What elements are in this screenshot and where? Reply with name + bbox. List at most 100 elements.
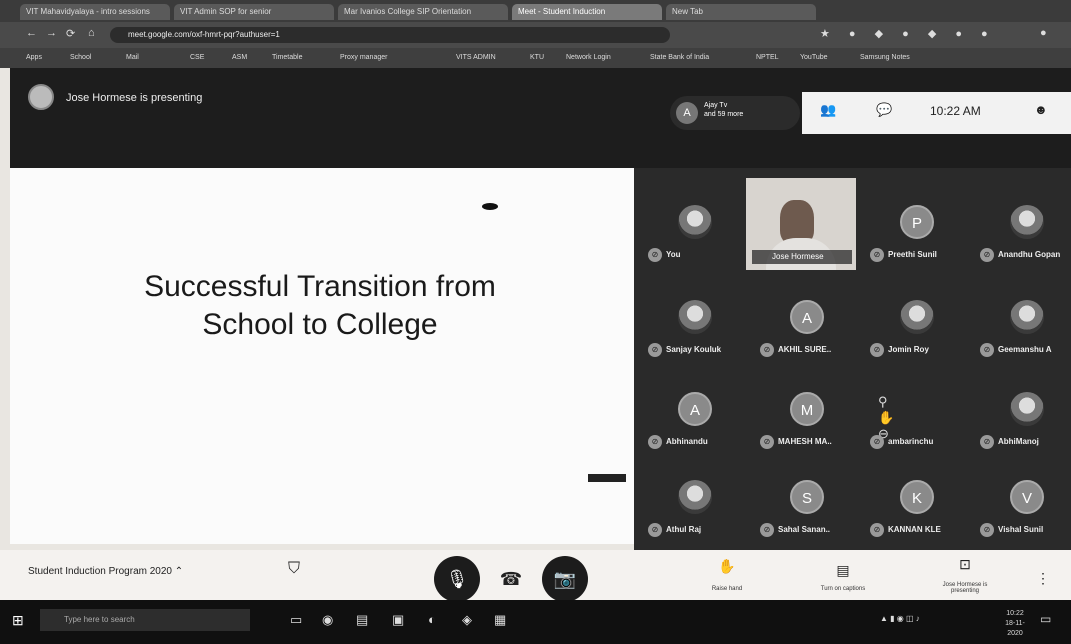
task-view-icon[interactable]: ▭ [290, 612, 302, 628]
mic-muted-icon: ⊘ [980, 248, 994, 262]
bookmark[interactable]: Samsung Notes [860, 52, 910, 64]
slide-title-line: Successful Transition from [144, 270, 496, 303]
forward-icon[interactable]: → [46, 27, 57, 39]
bookmark[interactable]: Mail [126, 52, 139, 64]
mic-muted-icon: ⊘ [870, 523, 884, 537]
back-icon[interactable]: ← [26, 27, 37, 39]
reload-icon[interactable]: ⟳ [66, 27, 75, 40]
bookmark[interactable]: State Bank of India [650, 52, 709, 64]
browser-tab[interactable]: VIT Admin SOP for senior [174, 4, 334, 20]
participant-name: Jomin Roy [888, 345, 929, 354]
participant-name: Vishal Sunil [998, 525, 1044, 534]
home-icon[interactable]: ⌂ [88, 27, 95, 39]
notifications-icon[interactable]: ▭ [1040, 612, 1051, 626]
bookmark[interactable]: Network Login [566, 52, 611, 64]
windows-start-icon[interactable]: ⊞ [12, 612, 24, 629]
participant-avatar: M [790, 392, 824, 426]
profile-icon[interactable]: ● [1040, 27, 1047, 39]
bookmark[interactable]: School [70, 52, 91, 64]
shield-icon[interactable]: ⛉ [288, 560, 306, 580]
participant-name: Abhinandu [666, 437, 708, 446]
participant-avatar [1010, 392, 1044, 426]
participant-name: Preethi Sunil [888, 250, 937, 259]
bookmark[interactable]: ASM [232, 52, 247, 64]
mic-muted-icon: ⊘ [870, 248, 884, 262]
participant-name: You [666, 250, 681, 259]
url-input[interactable]: meet.google.com/oxf-hmrt-pqr?authuser=1 [110, 27, 670, 43]
extension-icons[interactable]: ★ ● ◆ ● ◆ ● ● [820, 27, 996, 40]
browser-tab[interactable]: New Tab [666, 4, 816, 20]
bookmark[interactable]: Apps [26, 52, 42, 64]
store-icon[interactable]: ▣ [392, 612, 404, 628]
system-clock: 10:22 18-11-2020 [1000, 609, 1030, 639]
participant-avatar [678, 205, 712, 239]
participant-avatar: P [900, 205, 934, 239]
bookmark[interactable]: Proxy manager [340, 52, 387, 64]
participant-avatar: S [790, 480, 824, 514]
meeting-name[interactable]: Student Induction Program 2020 ⌃ [28, 566, 183, 577]
participant-avatar: V [1010, 480, 1044, 514]
taskbar-search-input[interactable]: Type here to search [40, 609, 250, 631]
participant-avatar: K [900, 480, 934, 514]
slide-title-line: School to College [202, 308, 438, 341]
slide-footer-logo [588, 474, 626, 482]
mic-muted-icon: ⊘ [648, 435, 662, 449]
end-call-button[interactable]: ☎ [494, 562, 528, 596]
participant-avatar: A [790, 300, 824, 334]
participant-name: Athul Raj [666, 525, 702, 534]
participant-more: and 59 more [704, 111, 744, 118]
people-icon[interactable]: 👥 [820, 102, 836, 118]
present-icon[interactable]: ⊡ [930, 556, 1000, 573]
chevron-up-icon[interactable]: ⌃ [175, 566, 183, 577]
mic-muted-icon: ⊘ [760, 343, 774, 357]
more-options-icon[interactable]: ⋮ [1036, 570, 1050, 587]
bookmark[interactable]: YouTube [800, 52, 828, 64]
app-icon[interactable]: ▦ [494, 612, 506, 628]
participant-name: AbhiManoj [998, 437, 1039, 446]
participant-avatar [678, 300, 712, 334]
raise-hand-label: Raise hand [711, 586, 743, 592]
browser-tab-active[interactable]: Meet - Student Induction [512, 4, 662, 20]
participant-avatar [1010, 205, 1044, 239]
slide-title: Successful Transition from School to Col… [40, 268, 600, 344]
camera-off-button[interactable]: 📷 [542, 556, 588, 602]
system-time: 10:22 [1006, 610, 1024, 617]
participant-avatar [900, 300, 934, 334]
laser-pointer [482, 203, 498, 210]
mic-muted-icon: ⊘ [980, 435, 994, 449]
bookmark[interactable]: KTU [530, 52, 544, 64]
video-tile-name: Jose Hormese [752, 250, 852, 264]
participant-avatar [678, 480, 712, 514]
participant-name: AKHIL SURE.. [778, 345, 832, 354]
captions-label: Turn on captions [820, 586, 866, 592]
participant-first: Ajay Tv [704, 102, 728, 109]
bookmark[interactable]: NPTEL [756, 52, 779, 64]
folder-icon[interactable]: ▤ [356, 612, 368, 628]
bookmark[interactable]: Timetable [272, 52, 302, 64]
presenting-label: Jose Hormese is presenting [942, 582, 988, 594]
app-icon[interactable]: ◈ [462, 612, 472, 628]
presenter-label: Jose Hormese is presenting [66, 92, 203, 104]
participant-name: Sahal Sanan.. [778, 525, 831, 534]
browser-tab[interactable]: Mar Ivanios College SIP Orientation [338, 4, 508, 20]
mic-muted-icon: ⊘ [760, 523, 774, 537]
captions-icon[interactable]: ▤ [808, 562, 878, 579]
bookmark[interactable]: VITS ADMIN [456, 52, 496, 64]
mic-muted-icon: ⊘ [980, 523, 994, 537]
participant-name: Geemanshu A [998, 345, 1052, 354]
chat-icon[interactable]: 💬 [876, 102, 892, 118]
browser-tab[interactable]: VIT Mahavidyalaya - intro sessions [20, 4, 170, 20]
mic-off-button[interactable]: 🎙 [434, 556, 480, 602]
bookmark[interactable]: CSE [190, 52, 204, 64]
participant-avatar: A [676, 102, 698, 124]
meeting-clock: 10:22 AM [930, 104, 981, 118]
user-avatar-icon[interactable]: ☻ [1034, 102, 1048, 117]
system-tray-icons[interactable]: ▲ ▮ ◉ ◫ ♪ [880, 614, 920, 623]
participant-name: ambarinchu [888, 437, 934, 446]
app-icon[interactable]: ◐ [428, 612, 436, 627]
participant-avatar [1010, 300, 1044, 334]
hand-icon[interactable]: ✋ [692, 558, 762, 575]
mic-muted-icon: ⊘ [870, 343, 884, 357]
tile-hover-controls[interactable]: ⚲ ✋ ⊖ [878, 394, 894, 442]
chrome-icon[interactable]: ◉ [322, 612, 333, 628]
